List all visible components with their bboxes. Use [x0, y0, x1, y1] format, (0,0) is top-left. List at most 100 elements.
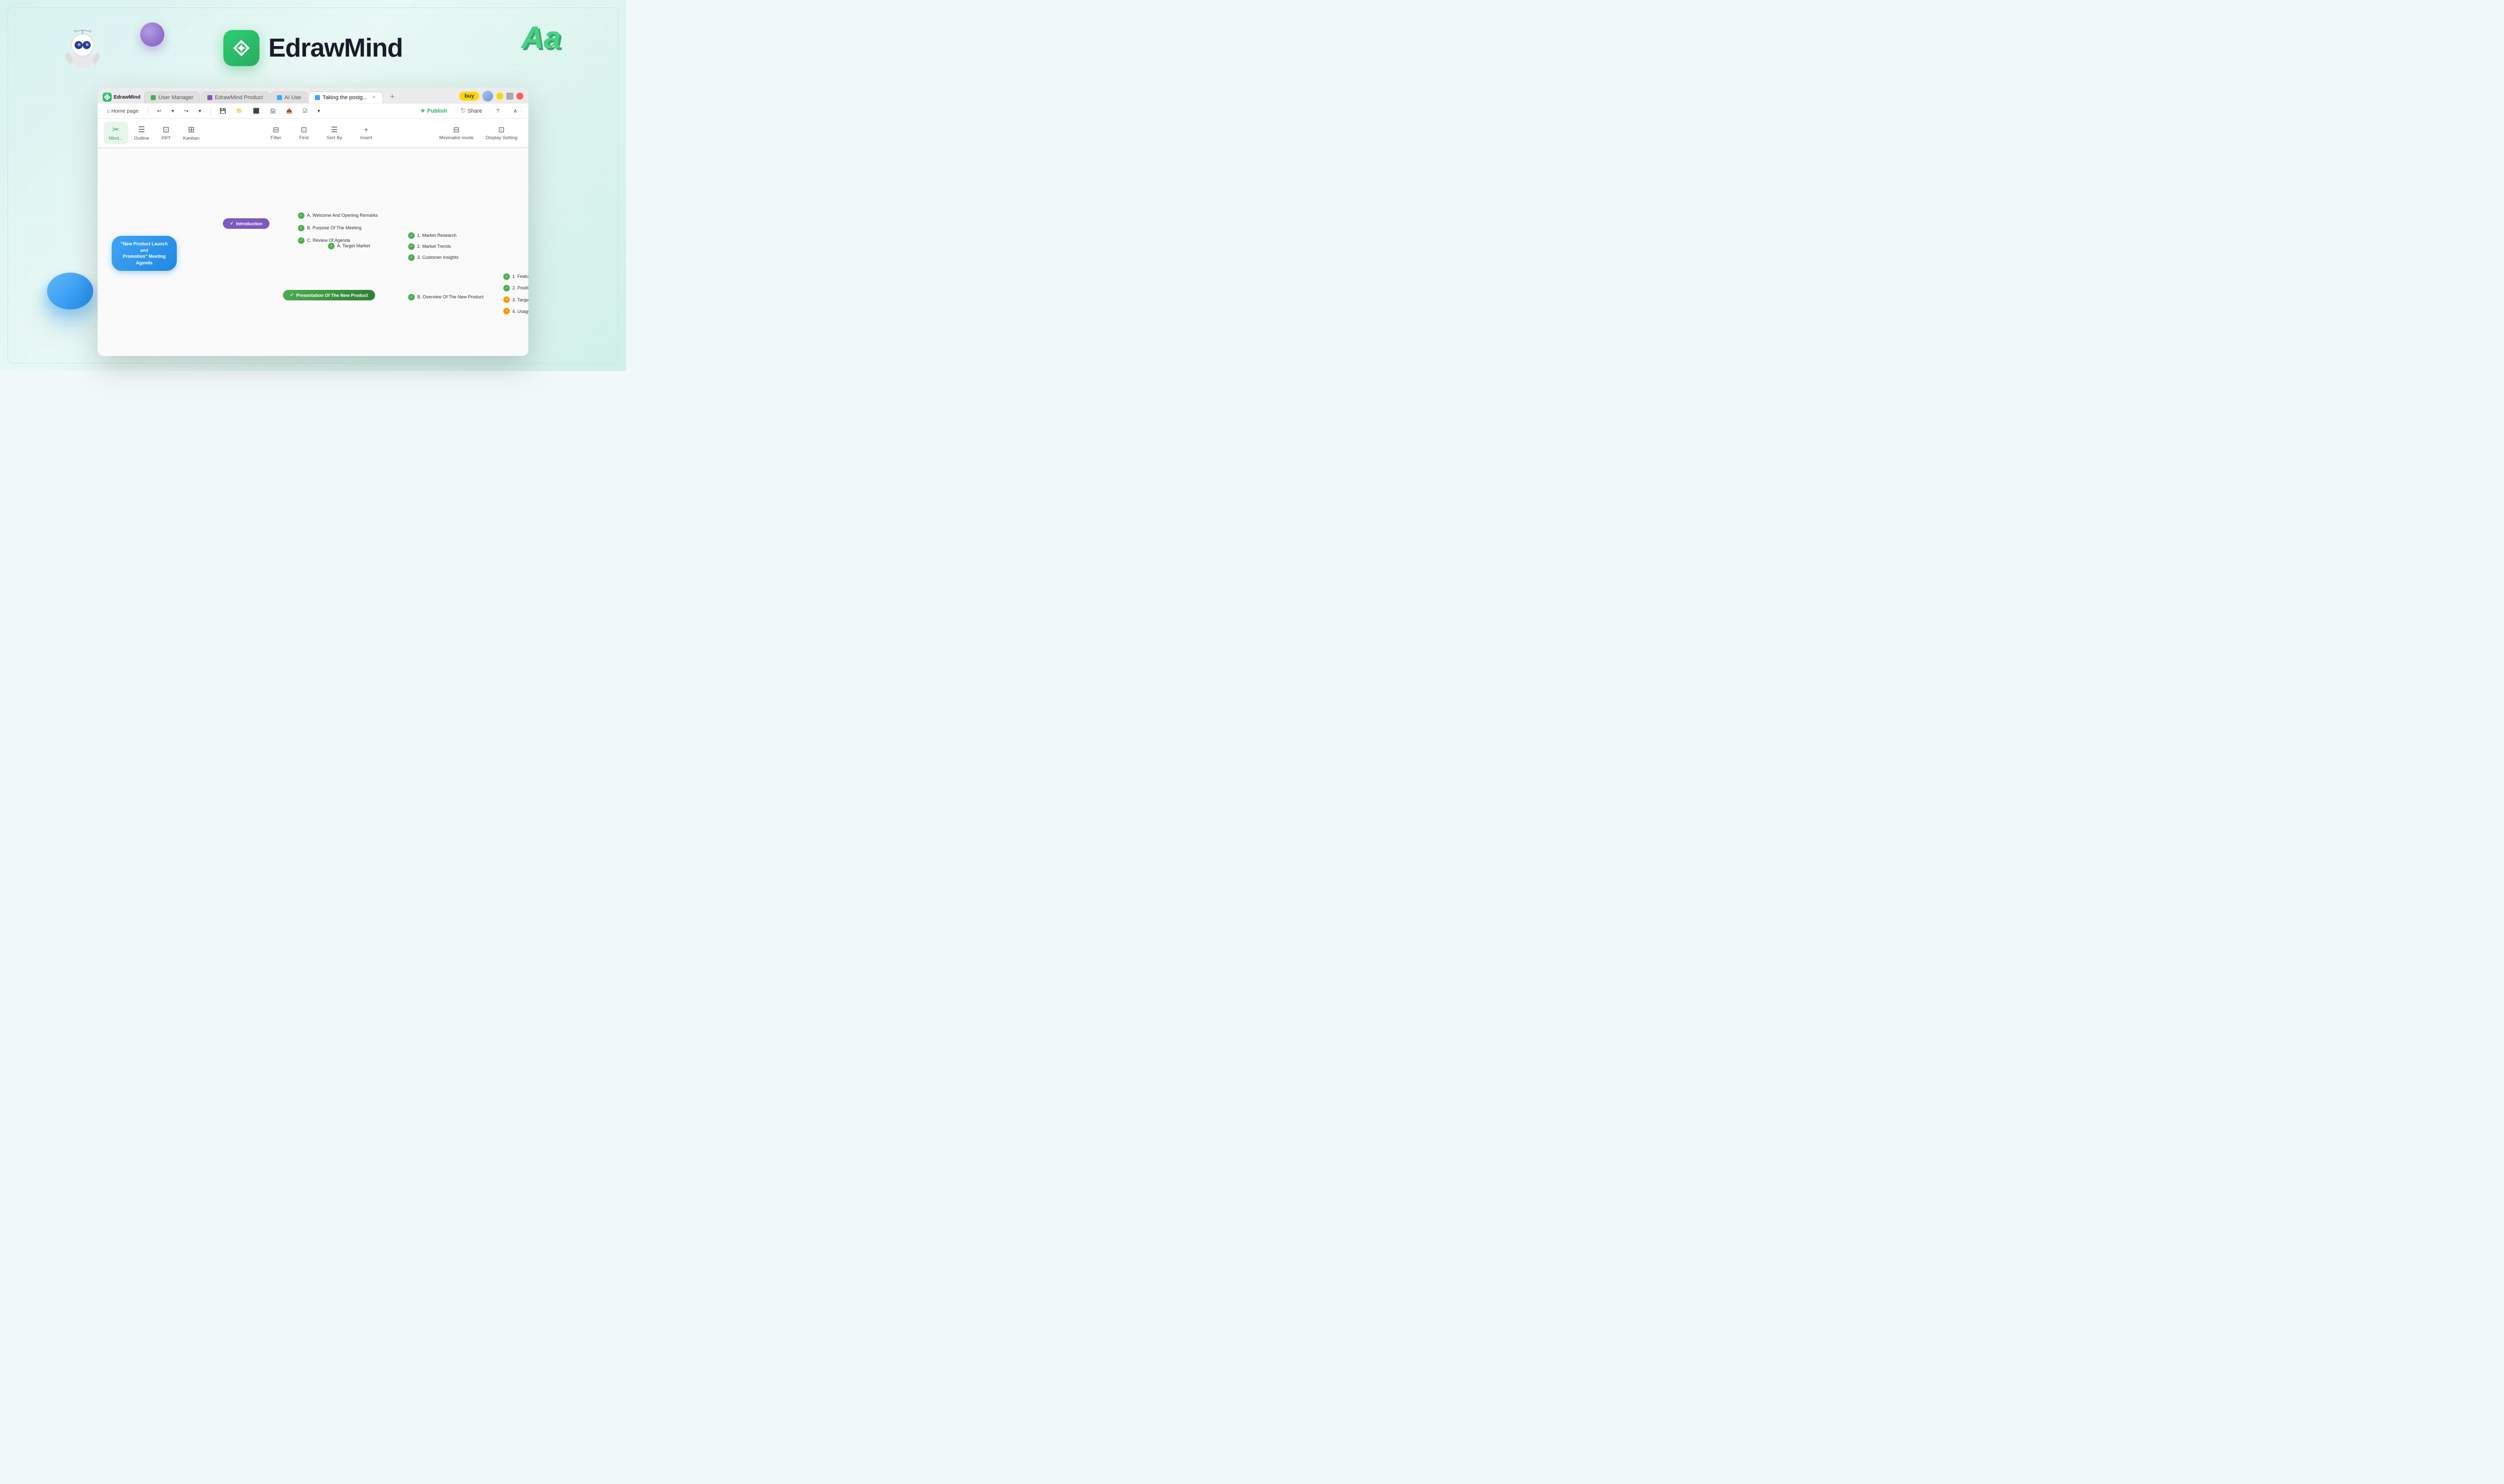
tab-user-manager[interactable]: User Manager — [144, 92, 200, 103]
market-child-3: ✓ 3. Customer Insights — [408, 252, 459, 261]
hero-logo-row: EdrawMind — [223, 30, 403, 66]
mindmap-mode-button[interactable]: ✂ Mind... — [104, 122, 128, 144]
overview-child-2-label: 2. Positioning — [512, 285, 528, 290]
overview-child-3-label: 3. Target Audience — [512, 297, 528, 302]
filter-button[interactable]: ⊟ Filter — [266, 123, 285, 143]
central-node: "New Product Launch andPromotion" Meetin… — [112, 236, 177, 271]
help-button[interactable]: ? — [491, 106, 504, 116]
presentation-label: Presentation Of The New Product — [296, 293, 368, 298]
minimalist-label: Minimalist mode — [439, 135, 474, 141]
home-page-button[interactable]: ⌂ Home page — [104, 107, 142, 116]
tab-taking-postg[interactable]: Taking the postg... ✕ — [308, 92, 383, 103]
introduction-label: Introduction — [236, 221, 263, 226]
intro-child-1-label: A. Welcome And Opening Remarks — [307, 213, 378, 218]
tab-edrawmind-product[interactable]: EdrawMind Product — [201, 92, 269, 103]
check-icon-pres: ✓ — [290, 292, 294, 298]
tab-icon-user-manager — [151, 95, 156, 100]
undo-button[interactable]: ↩ — [154, 107, 165, 116]
check-icon-3: ✓ — [298, 237, 304, 244]
view-mode-group: ✂ Mind... ☰ Outline ⊡ PPT ⊞ Kanban — [104, 122, 204, 144]
introduction-pill: ✓ Introduction — [223, 218, 269, 229]
more-button[interactable]: ▾ — [315, 107, 323, 116]
outline-label: Outline — [134, 136, 149, 141]
undo-dropdown[interactable]: ▾ — [168, 107, 177, 116]
sort-by-button[interactable]: ☰ Sort By — [323, 123, 346, 143]
intro-child-2: ✓ B. Purpose Of The Meeting — [298, 222, 362, 231]
check-icon-m1: ✓ — [408, 232, 415, 239]
find-icon: ⊡ — [301, 125, 307, 134]
check-button[interactable]: ☑ — [299, 107, 310, 116]
overview-child-1: ✓ 1. Features — [503, 271, 528, 280]
share-button[interactable]: ⎋ Share — [456, 106, 487, 116]
new-tab-button[interactable]: + — [386, 91, 398, 103]
redo-dropdown[interactable]: ▾ — [196, 107, 204, 116]
tab-ai-use[interactable]: AI Use — [270, 92, 307, 103]
tab-bar: EdrawMind User Manager EdrawMind Product… — [98, 88, 528, 104]
overview-child-1-label: 1. Features — [512, 274, 528, 279]
tab-label-user-manager: User Manager — [158, 95, 193, 101]
find-label: Find — [299, 135, 308, 141]
introduction-node: ✓ Introduction — [223, 218, 269, 229]
typography-decoration: Aa — [521, 20, 561, 56]
user-avatar[interactable] — [482, 91, 493, 102]
connector-lines — [98, 148, 248, 223]
collapse-button[interactable]: ∧ — [508, 106, 522, 116]
outline-mode-button[interactable]: ☰ Outline — [129, 122, 154, 144]
display-setting-label: Display Setting — [486, 135, 517, 141]
window-maximize-button[interactable] — [506, 93, 513, 100]
window-close-button[interactable] — [516, 93, 523, 100]
browser-brand: EdrawMind — [103, 93, 140, 102]
toolbar-right-tools: ⊟ Minimalist mode ⊡ Display Setting — [434, 123, 522, 143]
print-button[interactable]: 🖨 — [266, 106, 279, 116]
browser-chrome: EdrawMind User Manager EdrawMind Product… — [98, 88, 528, 148]
market-child-2: ✓ 2. Market Trends — [408, 241, 451, 250]
browser-brand-name: EdrawMind — [114, 95, 140, 100]
browser-brand-icon — [103, 93, 112, 102]
edrawmind-logo-icon — [223, 30, 259, 66]
overview-child-4: ◑ 4. Usage Scenario — [503, 305, 528, 314]
export-button[interactable]: 📤 — [283, 106, 295, 116]
buy-button[interactable]: buy — [459, 92, 479, 101]
minimalist-mode-button[interactable]: ⊟ Minimalist mode — [434, 123, 479, 143]
home-icon: ⌂ — [107, 108, 110, 114]
mindmap-label: Mind... — [109, 136, 123, 141]
kanban-mode-button[interactable]: ⊞ Kanban — [178, 122, 205, 144]
filter-label: Filter — [270, 135, 281, 141]
overview-node: ✓ B. Overview Of The New Product — [408, 291, 483, 300]
window-minimize-button[interactable] — [496, 93, 503, 100]
layout-button[interactable]: ⬛ — [250, 106, 262, 116]
presentation-node: ✓ Presentation Of The New Product — [283, 290, 375, 300]
toolbar-center-tools: ⊟ Filter ⊡ Find ☰ Sort By + Insert — [211, 123, 431, 143]
share-icon: ⎋ — [461, 108, 466, 114]
window-controls: buy — [459, 91, 523, 104]
intro-child-2-label: B. Purpose Of The Meeting — [307, 225, 362, 230]
display-setting-button[interactable]: ⊡ Display Setting — [481, 123, 522, 143]
display-setting-icon: ⊡ — [498, 125, 505, 134]
insert-icon: + — [364, 126, 369, 134]
find-button[interactable]: ⊡ Find — [295, 123, 312, 143]
market-child-1-label: 1. Market Research — [417, 233, 457, 238]
outline-icon: ☰ — [138, 125, 145, 135]
publish-button[interactable]: ✈ Publish — [416, 106, 452, 116]
redo-button[interactable]: ↪ — [181, 107, 192, 116]
check-icon-intro: ✓ — [230, 221, 234, 226]
save-button[interactable]: 💾 — [217, 106, 229, 116]
half-check-icon: ◑ — [503, 296, 510, 303]
insert-button[interactable]: + Insert — [356, 124, 376, 143]
sort-label: Sort By — [327, 135, 342, 141]
toolbar-row-2: ✂ Mind... ☰ Outline ⊡ PPT ⊞ Kanban — [98, 119, 528, 148]
kanban-label: Kanban — [183, 136, 200, 141]
tab-close-button[interactable]: ✕ — [371, 95, 377, 101]
ppt-mode-button[interactable]: ⊡ PPT — [155, 122, 177, 144]
overview-child-2: ✓ 2. Positioning — [503, 282, 528, 291]
sort-icon: ☰ — [331, 125, 338, 134]
half-check-icon-2: ◑ — [503, 308, 510, 314]
browser-window: EdrawMind User Manager EdrawMind Product… — [98, 88, 528, 356]
filter-icon: ⊟ — [273, 125, 279, 134]
share-label: Share — [467, 108, 482, 114]
folder-button[interactable]: 📁 — [233, 106, 246, 116]
check-icon-m3: ✓ — [408, 254, 415, 261]
check-icon-m2: ✓ — [408, 243, 415, 250]
overview-child-3: ◑ 3. Target Audience — [503, 294, 528, 303]
check-icon-target: ✓ — [328, 243, 335, 249]
